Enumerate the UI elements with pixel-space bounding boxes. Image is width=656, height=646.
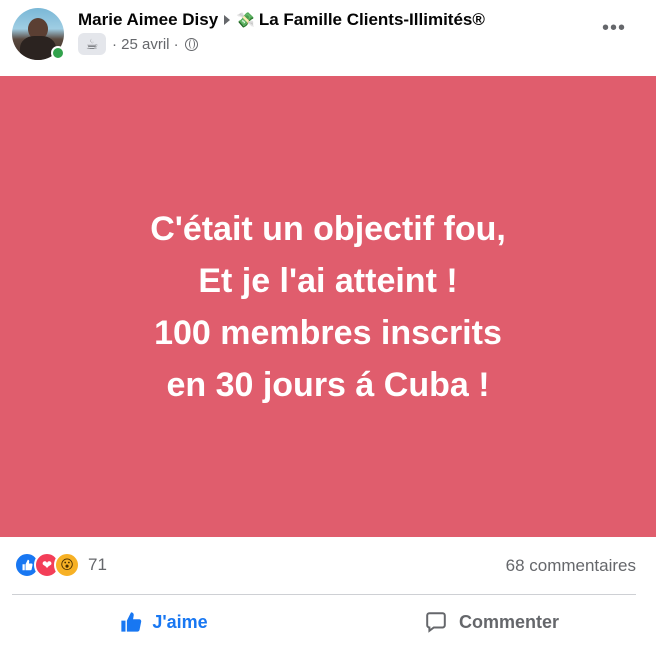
coffee-cup-icon[interactable]: ☕ <box>78 33 106 55</box>
post-actions: J'aime Commenter <box>0 600 656 644</box>
comment-bubble-icon <box>426 612 446 633</box>
group-name-link[interactable]: La Famille Clients-Illimités® <box>259 10 485 30</box>
like-button[interactable]: J'aime <box>0 600 328 644</box>
divider <box>12 594 636 595</box>
post-date[interactable]: · 25 avril · <box>112 36 179 53</box>
comment-button[interactable]: Commenter <box>328 600 656 644</box>
post-text-line: Et je l'ai atteint ! <box>198 261 458 300</box>
author-avatar[interactable] <box>12 8 65 60</box>
comments-count-link[interactable]: 68 commentaires <box>506 556 636 576</box>
more-options-icon[interactable]: ••• <box>602 17 626 40</box>
money-with-wings-icon: 💸 <box>236 12 255 29</box>
comment-button-label: Commenter <box>458 611 560 632</box>
author-name-link[interactable]: Marie Aimee Disy <box>78 10 218 30</box>
post-text: C'était un objectif fou, Et je l'ai atte… <box>150 203 506 411</box>
post-text-line: 100 membres inscrits <box>154 313 502 352</box>
post-text-line: C'était un objectif fou, <box>150 209 506 248</box>
like-button-label: J'aime <box>152 611 208 632</box>
post-content-background: C'était un objectif fou, Et je l'ai atte… <box>0 76 656 537</box>
reactions-summary[interactable]: ❤ 😮 71 <box>14 552 107 578</box>
online-status-indicator <box>51 46 65 60</box>
thumbs-up-icon <box>121 612 142 632</box>
post-header: Marie Aimee Disy 💸 La Famille Clients-Il… <box>0 0 656 76</box>
post-title-line: Marie Aimee Disy 💸 La Famille Clients-Il… <box>78 10 485 30</box>
post-meta: ☕ · 25 avril · <box>78 33 198 55</box>
reaction-count[interactable]: 71 <box>88 555 107 575</box>
arrow-right-icon <box>224 15 231 25</box>
wow-reaction-icon: 😮 <box>54 552 80 578</box>
globe-icon[interactable] <box>184 37 198 51</box>
post-text-line: en 30 jours á Cuba ! <box>166 365 490 404</box>
